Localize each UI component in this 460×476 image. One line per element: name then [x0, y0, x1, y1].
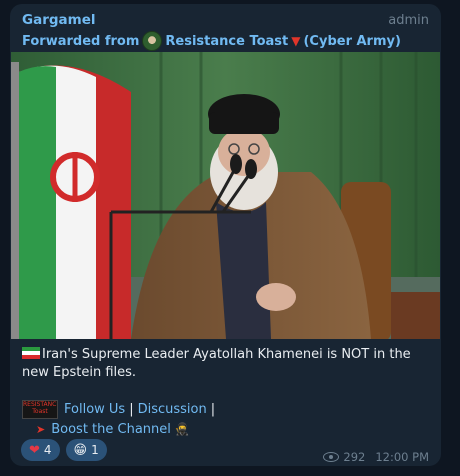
resistance-toast-logo: RESISTANCE Toast	[22, 400, 58, 419]
reaction-heart[interactable]: ❤ 4	[21, 439, 60, 461]
red-triangle-icon: ▼	[291, 34, 301, 48]
admin-badge: admin	[388, 13, 429, 28]
iran-flag-icon	[22, 347, 40, 359]
boost-channel-link[interactable]: Boost the Channel	[51, 422, 171, 437]
photo-illustration	[11, 52, 440, 339]
message-bubble[interactable]: Gargamel admin Forwarded from Resistance…	[10, 4, 441, 466]
reaction-count: 4	[43, 443, 52, 457]
reaction-grin[interactable]: 😁 1	[65, 439, 107, 461]
channel-links: RESISTANCE Toast Follow Us | Discussion …	[22, 400, 432, 439]
message-time: 12:00 PM	[375, 450, 429, 464]
sender-name[interactable]: Gargamel	[22, 12, 95, 28]
follow-us-link[interactable]: Follow Us	[64, 400, 125, 419]
forwarded-prefix: Forwarded from	[22, 33, 140, 49]
separator: |	[210, 402, 216, 417]
separator: |	[129, 402, 134, 417]
message-photo[interactable]	[11, 52, 440, 339]
grin-icon: 😁	[73, 442, 88, 458]
reactions-bar: ❤ 4 😁 1	[21, 439, 107, 461]
forwarded-channel-name[interactable]: Resistance Toast	[165, 34, 288, 49]
heart-icon: ❤	[29, 442, 40, 458]
forwarded-header[interactable]: Forwarded from Resistance Toast ▼ (Cyber…	[22, 31, 401, 51]
forwarded-suffix[interactable]: (Cyber Army)	[303, 34, 400, 49]
ninja-figure-icon: 🥷	[174, 422, 190, 436]
message-caption: Iran's Supreme Leader Ayatollah Khamenei…	[22, 346, 432, 382]
view-count: 292	[343, 450, 366, 464]
caption-text: Iran's Supreme Leader Ayatollah Khamenei…	[22, 347, 411, 380]
message-meta: 292 12:00 PM	[323, 450, 429, 464]
channel-avatar-icon	[142, 31, 163, 51]
red-arrow-icon: ➤	[36, 423, 46, 436]
eye-icon	[323, 452, 340, 462]
reaction-count: 1	[91, 443, 99, 457]
discussion-link[interactable]: Discussion	[138, 400, 207, 419]
